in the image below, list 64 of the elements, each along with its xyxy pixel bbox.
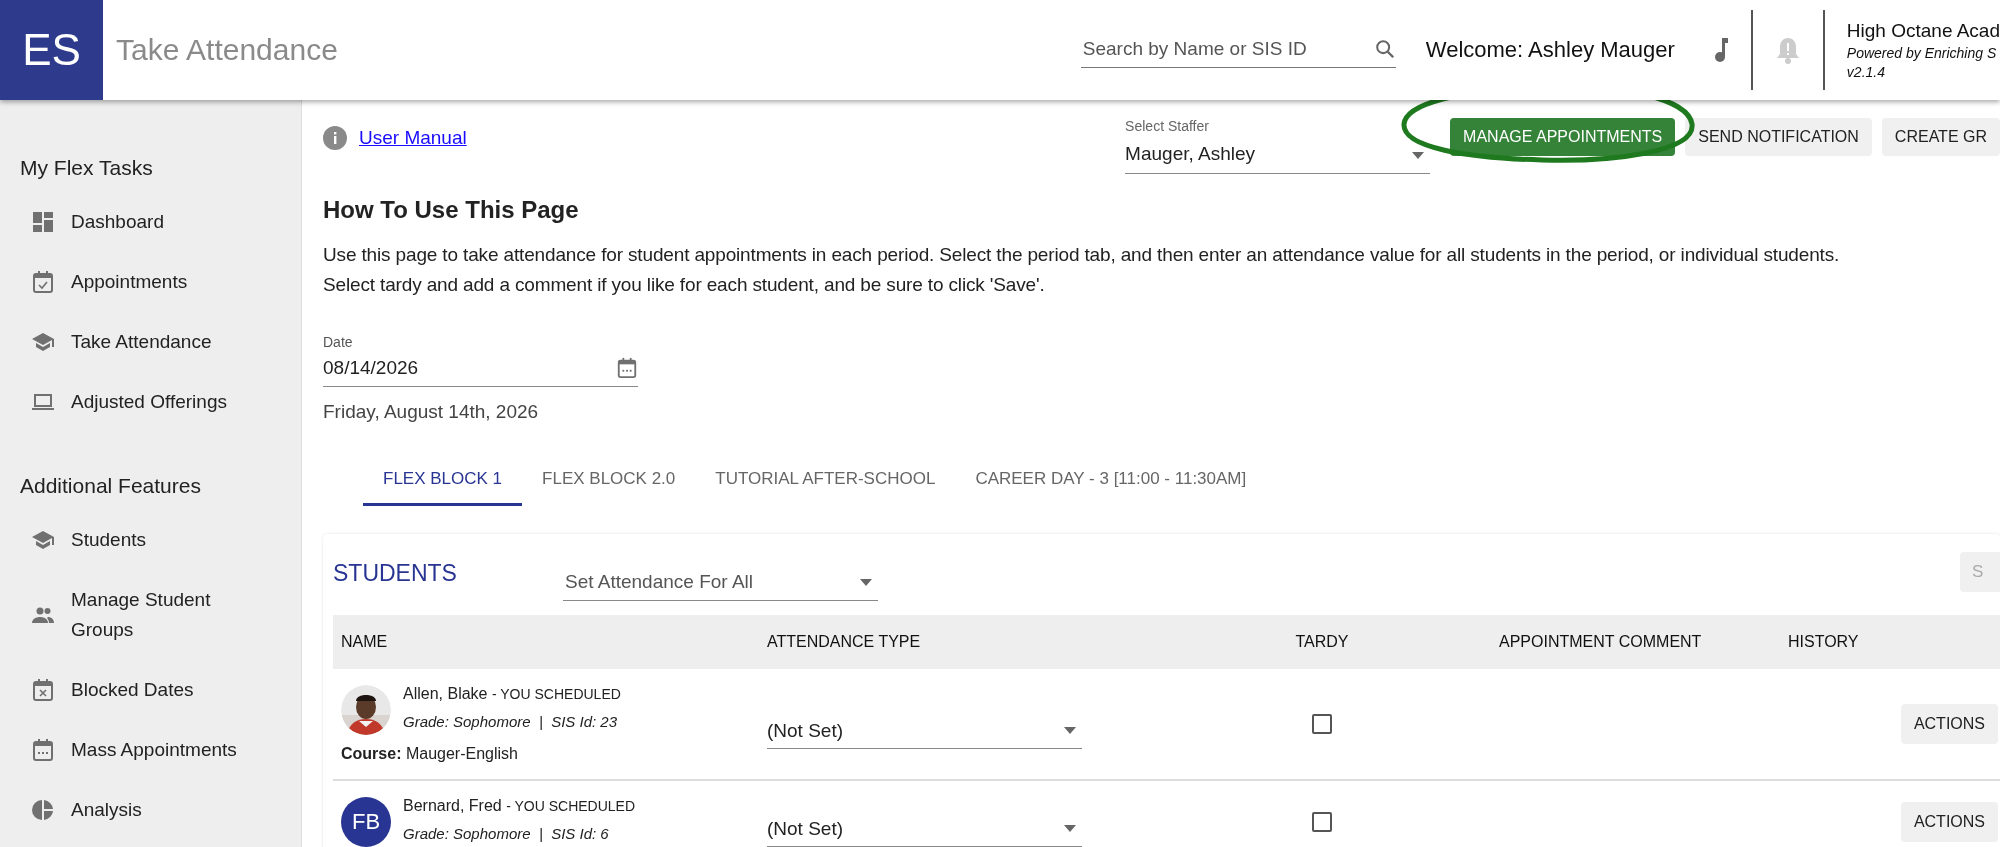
date-label: Date (323, 334, 354, 350)
actions-button[interactable]: ACTIONS (1900, 802, 1998, 842)
sidebar-item[interactable]: Mass Appointments (0, 720, 301, 780)
page-title: Take Attendance (116, 33, 339, 67)
sidebar-item[interactable]: Students (0, 510, 301, 570)
sidebar-heading: Additional Features (20, 474, 202, 498)
student-info: Grade: Sophomore | SIS Id: 6 (403, 824, 610, 844)
help-heading: How To Use This Page (323, 196, 580, 224)
student-info: Grade: Sophomore | SIS Id: 23 (403, 712, 618, 732)
period-tab[interactable]: FLEX BLOCK 1 (363, 457, 523, 506)
actions-button[interactable]: ACTIONS (1900, 704, 1998, 744)
column-header: HISTORY (1787, 633, 1860, 651)
date-text: Friday, August 14th, 2026 (323, 401, 540, 423)
calendar-icon[interactable] (616, 356, 638, 380)
sidebar-item[interactable]: Take Attendance (0, 312, 301, 372)
dashboard-icon (31, 210, 55, 234)
sidebar-item[interactable]: Manage Student Groups (0, 570, 301, 660)
course-text: Course: Mauger-English (341, 745, 519, 763)
column-header: TARDY (1294, 633, 1350, 651)
attendance-select[interactable]: (Not Set) (767, 797, 1082, 847)
pie-chart-icon (31, 798, 55, 822)
graduation-cap-icon (31, 528, 55, 552)
toolbar-button[interactable]: CREATE GR (1881, 118, 2000, 156)
calendar-x-icon (31, 678, 55, 702)
students-title: STUDENTS (333, 560, 458, 587)
organization-name: High Octane Acad (1846, 20, 2000, 42)
search-icon[interactable] (1373, 37, 1396, 60)
period-tab[interactable]: TUTORIAL AFTER-SCHOOL (695, 457, 956, 506)
info-icon (323, 126, 347, 150)
date-field[interactable]: 08/14/2026 (323, 350, 638, 387)
help-text: Select tardy and add a comment if you like for each student, and be sure to click 'Save'. (323, 273, 1046, 297)
sidebar-item[interactable]: Appointments (0, 252, 301, 312)
dropdown-caret-icon (1064, 726, 1076, 734)
column-header: APPOINTMENT COMMENT (1498, 633, 1703, 651)
calendar-check-icon (31, 270, 55, 294)
version-text: v2.1.4 (1846, 64, 1886, 80)
dropdown-caret-icon (860, 579, 872, 586)
user-manual-link[interactable]: User Manual (359, 127, 467, 149)
powered-by-text: Powered by Enriching S (1846, 45, 1998, 61)
toolbar-button[interactable]: SEND NOTIFICATION (1685, 118, 1872, 156)
student-name: Allen, Blake - YOU SCHEDULED (403, 685, 622, 704)
sidebar-item[interactable]: Blocked Dates (0, 660, 301, 720)
set-attendance-select[interactable]: Set Attendance For All (563, 570, 827, 594)
avatar: FB (341, 797, 391, 847)
sidebar-item[interactable]: Adjusted Offerings (0, 372, 301, 432)
graduation-cap-icon (31, 330, 55, 354)
app-logo[interactable]: ES (0, 0, 103, 100)
sidebar-item[interactable]: Analysis (0, 780, 301, 840)
tardy-checkbox[interactable] (1312, 714, 1332, 734)
period-tab[interactable]: FLEX BLOCK 2.0 (522, 457, 696, 506)
sidebar-item[interactable]: Dashboard (0, 192, 301, 252)
period-tab[interactable]: CAREER DAY - 3 [11:00 - 11:30AM] (955, 457, 1267, 506)
calendar-icon (31, 738, 55, 762)
help-text: Use this page to take attendance for student appointments in each period. Select the period tab, and then enter an attendance value for all students in the period, or individual students. (323, 243, 1841, 267)
tardy-checkbox[interactable] (1312, 812, 1332, 832)
sidebar-heading: My Flex Tasks (20, 156, 154, 180)
dropdown-caret-icon (1064, 824, 1076, 832)
welcome-text: Welcome: Ashley Mauger (1425, 37, 1675, 63)
attendance-select[interactable]: (Not Set) (767, 699, 1082, 749)
column-header: ATTENDANCE TYPE (766, 633, 922, 651)
student-name: Bernard, Fred - YOU SCHEDULED (403, 797, 637, 816)
search-field[interactable]: Search by Name or SIS ID (1080, 36, 1374, 61)
column-header: NAME (340, 633, 389, 651)
staffer-select[interactable]: Select Staffer Mauger, Ashley (1125, 118, 1431, 174)
